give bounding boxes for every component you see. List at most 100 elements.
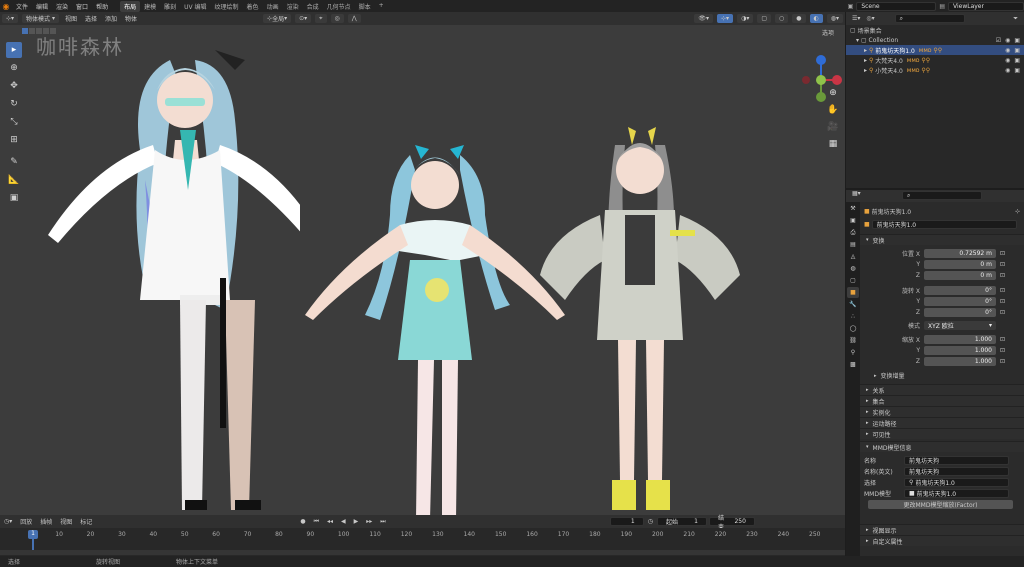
collections-section-header[interactable]: ▸ 集合	[860, 395, 1024, 406]
eye-icon[interactable]: ◉	[1005, 37, 1010, 44]
lock-icon[interactable]: ⊡	[1000, 309, 1005, 316]
timeline-area[interactable]: 10 20 30 40 50 60 70 80 90 100 110 120 130 140 150 160 1…	[0, 528, 845, 556]
falloff-icon[interactable]: ⋀	[347, 14, 361, 23]
scale-y-field[interactable]: 1.000	[924, 346, 996, 355]
add-cube-icon[interactable]: ▣	[6, 190, 22, 206]
outliner-editor-icon[interactable]: ☰▾	[846, 15, 866, 22]
current-frame-field[interactable]: 1	[609, 517, 644, 526]
menu-add[interactable]: 添加	[101, 14, 121, 23]
tab-sculpting[interactable]: 雕刻	[160, 1, 180, 12]
constraints-tab-icon[interactable]: ⛓	[847, 335, 859, 346]
xray-toggle-icon[interactable]: ▢	[757, 14, 771, 23]
menu-render[interactable]: 渲染	[52, 2, 72, 11]
menu-help[interactable]: 帮助	[92, 2, 112, 11]
camera-icon[interactable]: ▣	[1014, 67, 1020, 74]
lock-icon[interactable]: ⊡	[1000, 358, 1005, 365]
object-data-name-field[interactable]: 前鬼坊天狗1.0	[871, 220, 1017, 229]
menu-timeline-view[interactable]: 视图	[56, 517, 76, 526]
transform-orientation-selector[interactable]: ⊹ 全局 ▾	[263, 14, 292, 23]
gizmo-toggle-icon[interactable]: ⊹▾	[717, 14, 734, 23]
location-x-field[interactable]: 0.72592 m	[924, 249, 996, 258]
expand-icon[interactable]: ▸	[864, 57, 867, 64]
view-layer-tab-icon[interactable]: ▤	[847, 239, 859, 250]
outliner-row-object-2[interactable]: ▸ ⚲ 大梵天4.0 ᴍᴍᴅ ⚲⚲ ◉ ▣	[846, 55, 1024, 65]
modifier-tab-icon[interactable]: 🔧	[847, 299, 859, 310]
lock-icon[interactable]: ⊡	[1000, 287, 1005, 294]
mmd-name-field[interactable]: 前鬼坊天狗	[904, 456, 1009, 465]
tab-texture-paint[interactable]: 纹理绘制	[211, 1, 243, 12]
pin-icon[interactable]: ⊹	[1015, 208, 1020, 215]
particles-tab-icon[interactable]: ∴	[847, 311, 859, 322]
tab-scripting[interactable]: 脚本	[355, 1, 375, 12]
rotation-z-field[interactable]: 0°	[924, 308, 996, 317]
tab-layout[interactable]: 布局	[120, 0, 141, 12]
menu-keying[interactable]: 插帧	[36, 517, 56, 526]
tab-shading[interactable]: 着色	[243, 1, 263, 12]
menu-playback[interactable]: 回放	[16, 517, 36, 526]
scene-selector[interactable]: Scene	[856, 1, 937, 11]
character-model-large[interactable]	[40, 30, 300, 515]
lock-icon[interactable]: ⊡	[1000, 347, 1005, 354]
render-tab-icon[interactable]: ▣	[847, 215, 859, 226]
outliner-row-scene-collection[interactable]: ▢ 场景集合	[846, 25, 1024, 35]
transform-icon[interactable]: ⊞	[6, 132, 22, 148]
pivot-icon[interactable]: ⊙▾	[295, 14, 312, 23]
mmd-change-scale-button[interactable]: 更改MMD模型缩放(Factor)	[868, 500, 1013, 509]
expand-icon[interactable]: ▸	[864, 47, 867, 54]
shading-material-icon[interactable]: ◐	[809, 14, 823, 23]
rotation-y-field[interactable]: 0°	[924, 297, 996, 306]
menu-select[interactable]: 选择	[81, 14, 101, 23]
view-layer-selector[interactable]: ViewLayer	[948, 1, 1024, 11]
menu-edit[interactable]: 编辑	[32, 2, 52, 11]
jump-end-icon[interactable]: ⏭	[376, 518, 389, 526]
outliner-row-collection[interactable]: ▾ ▢ Collection ☑ ◉ ▣	[846, 35, 1024, 45]
perspective-grid-icon[interactable]: ▦	[826, 137, 840, 151]
move-icon[interactable]: ✥	[6, 78, 22, 94]
end-frame-field[interactable]: 结束 250	[708, 515, 755, 531]
tab-geometry-nodes[interactable]: 几何节点	[323, 1, 355, 12]
rotation-mode-select[interactable]: XYZ 欧拉 ▾	[924, 321, 996, 330]
3d-viewport[interactable]: 咖啡森林 选项	[0, 25, 845, 515]
lock-icon[interactable]: ⊡	[1000, 298, 1005, 305]
shading-rendered-icon[interactable]: ◍▾	[826, 14, 843, 23]
tool-tab-icon[interactable]: ⚒	[847, 203, 859, 214]
prev-key-icon[interactable]: ◂◂	[323, 518, 337, 525]
eye-icon[interactable]: ◉	[1005, 67, 1010, 74]
character-model-tactical[interactable]	[520, 115, 790, 515]
cursor-icon[interactable]: ⊕	[6, 60, 22, 76]
filter-icon[interactable]: ⏷	[1007, 15, 1024, 23]
options-button[interactable]: 选项	[822, 28, 834, 37]
texture-tab-icon[interactable]: ▩	[847, 359, 859, 370]
tab-uv-editing[interactable]: UV 编辑	[180, 1, 210, 12]
shading-solid-icon[interactable]: ●	[792, 14, 806, 23]
rotation-x-field[interactable]: 0°	[924, 286, 996, 295]
eye-icon[interactable]: ◉	[1005, 57, 1010, 64]
blender-logo-icon[interactable]: ◉	[0, 0, 12, 12]
mode-selector[interactable]: 物体模式 ▾	[22, 14, 59, 23]
output-tab-icon[interactable]: ⎙	[847, 227, 859, 238]
custom-properties-section-header[interactable]: ▸ 自定义属性	[860, 535, 1024, 546]
mmd-section-header[interactable]: ▾ MMD模型信息	[860, 441, 1024, 452]
camera-icon[interactable]: 🎥	[826, 120, 840, 134]
motion-paths-section-header[interactable]: ▸ 运动路径	[860, 417, 1024, 428]
tab-rendering[interactable]: 渲染	[283, 1, 303, 12]
outliner-row-object-1[interactable]: ▸ ⚲ 前鬼坊天狗1.0 ᴍᴍᴅ ⚲⚲ ◉ ▣	[846, 45, 1024, 55]
pan-hand-icon[interactable]: ✋	[826, 103, 840, 117]
scale-icon[interactable]: ⤡	[6, 114, 22, 130]
viewport-display-section-header[interactable]: ▸ 视图显示	[860, 524, 1024, 535]
editor-type-button[interactable]: ⊹▾	[2, 14, 19, 23]
object-tab-icon[interactable]: ■	[847, 287, 859, 298]
scale-z-field[interactable]: 1.000	[924, 357, 996, 366]
shading-wireframe-icon[interactable]: ○	[775, 14, 789, 23]
lock-icon[interactable]: ⊡	[1000, 250, 1005, 257]
relations-section-header[interactable]: ▸ 关系	[860, 384, 1024, 395]
proportional-edit-icon[interactable]: ◎	[330, 14, 344, 23]
jump-start-icon[interactable]: ⏮	[310, 518, 323, 526]
outliner-row-object-3[interactable]: ▸ ⚲ 小梵天4.0 ᴍᴍᴅ ⚲⚲ ◉ ▣	[846, 65, 1024, 75]
tab-modeling[interactable]: 建模	[140, 1, 160, 12]
camera-icon[interactable]: ▣	[1014, 47, 1020, 54]
menu-view[interactable]: 视图	[61, 14, 81, 23]
add-workspace-icon[interactable]: +	[375, 1, 388, 12]
collection-tab-icon[interactable]: ▢	[847, 275, 859, 286]
checkbox-icon[interactable]: ☑	[996, 37, 1001, 44]
